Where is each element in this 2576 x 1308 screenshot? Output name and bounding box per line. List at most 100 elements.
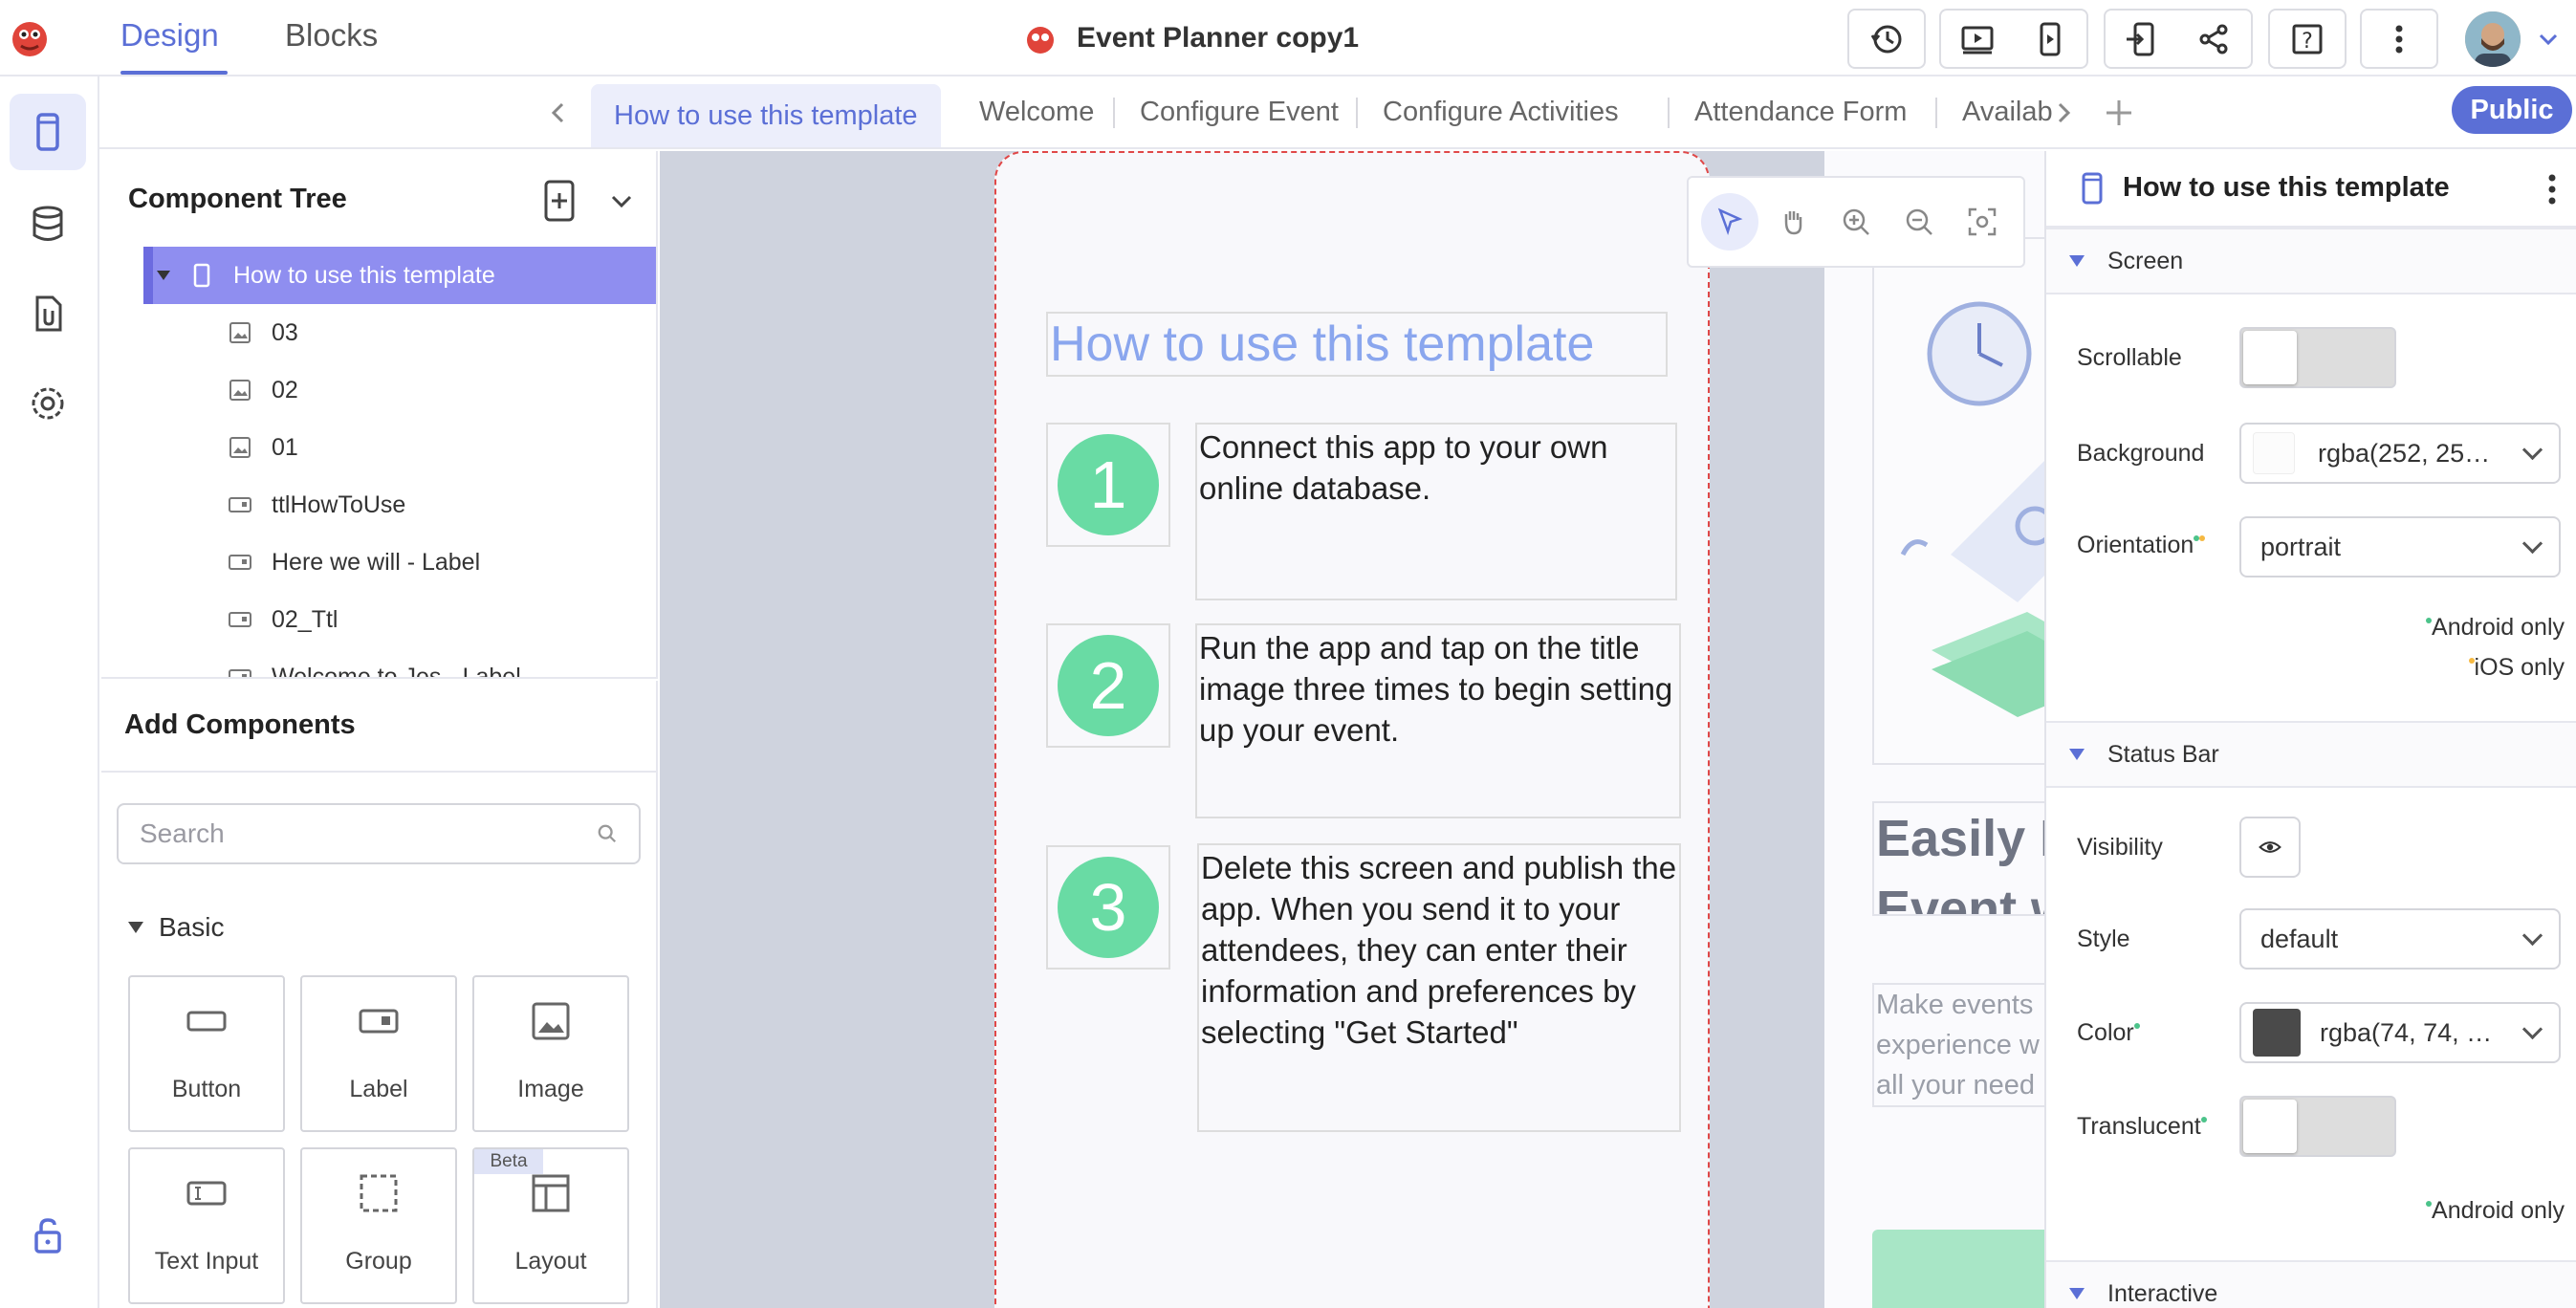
component-button[interactable]: Button: [128, 975, 285, 1132]
history-button[interactable]: [1847, 9, 1926, 69]
status-bar-section-header[interactable]: Status Bar: [2046, 721, 2576, 788]
step-2-image[interactable]: 2: [1046, 623, 1170, 748]
orientation-label: Orientation: [2077, 532, 2206, 559]
tab-divider: [1113, 98, 1115, 128]
tree-item-screen[interactable]: How to use this template: [143, 247, 656, 304]
screen-tab-how-to-use[interactable]: How to use this template: [591, 84, 941, 147]
screen-section-header[interactable]: Screen: [2046, 228, 2576, 294]
lock-icon[interactable]: [10, 1197, 86, 1274]
app-logo-icon[interactable]: [8, 15, 52, 59]
share-icon[interactable]: [2195, 20, 2234, 58]
basic-section-toggle[interactable]: Basic: [128, 912, 224, 943]
design-canvas[interactable]: How to use this template 1 Connect this …: [660, 151, 2044, 1308]
screen-tab-configure-activities[interactable]: Configure Activities: [1360, 76, 1642, 147]
orientation-label-text: Orientation: [2077, 532, 2194, 558]
project-title-group[interactable]: Event Planner copy1: [1021, 19, 1359, 57]
assets-icon[interactable]: [10, 275, 86, 352]
chevron-down-icon[interactable]: [608, 187, 635, 214]
status-color-select[interactable]: rgba(74, 74, …: [2239, 1002, 2561, 1063]
add-screen-icon[interactable]: [543, 180, 576, 222]
tree-item[interactable]: Welcome to Jes - Label: [228, 648, 656, 677]
tab-blocks[interactable]: Blocks: [285, 17, 378, 54]
tab-design[interactable]: Design: [120, 17, 219, 54]
tree-item[interactable]: 01: [228, 419, 656, 476]
import-icon[interactable]: [2123, 20, 2161, 58]
avatar[interactable]: [2465, 11, 2521, 67]
orientation-select[interactable]: portrait: [2239, 516, 2561, 578]
settings-icon[interactable]: [10, 365, 86, 442]
style-select[interactable]: default: [2239, 908, 2561, 970]
component-label[interactable]: Label: [300, 975, 457, 1132]
component-image[interactable]: Image: [472, 975, 629, 1132]
style-value: default: [2260, 924, 2339, 953]
interactive-section-header[interactable]: Interactive: [2046, 1260, 2576, 1308]
component-text-input[interactable]: Text Input: [128, 1147, 285, 1304]
label-icon: [229, 612, 251, 627]
component-tree-panel: Component Tree How to use this template …: [101, 151, 658, 679]
screen-tab-welcome[interactable]: Welcome: [956, 76, 1117, 147]
database-icon[interactable]: [10, 185, 86, 262]
visibility-toggle[interactable]: [2239, 817, 2301, 878]
chevron-left-icon[interactable]: [545, 99, 572, 126]
label-icon: [229, 669, 251, 677]
cursor-icon: [1717, 207, 1743, 235]
phone-preview-icon[interactable]: [2031, 20, 2069, 58]
color-label: Color: [2077, 1019, 2140, 1047]
toggle-knob: [2243, 1100, 2297, 1153]
search-input[interactable]: Search: [117, 803, 641, 864]
help-button[interactable]: ?: [2268, 9, 2347, 69]
welcome-screen-preview[interactable]: Easily P Event w Make events experience …: [1824, 151, 2044, 1308]
translucent-label-text: Translucent: [2077, 1113, 2201, 1140]
ios-only-note: iOS only: [2468, 654, 2565, 682]
tree-item[interactable]: 03: [228, 304, 656, 361]
zoom-in-tool[interactable]: [1827, 193, 1885, 251]
step-3-image[interactable]: 3: [1046, 845, 1170, 970]
tree-item[interactable]: 02: [228, 361, 656, 419]
translucent-toggle[interactable]: [2239, 1096, 2396, 1157]
hand-icon: [1784, 211, 1802, 235]
layout-icon: [532, 1174, 570, 1212]
left-rail: [0, 76, 99, 1308]
scrollable-toggle[interactable]: [2239, 327, 2396, 388]
more-icon[interactable]: [2547, 170, 2557, 208]
hero-body-text: Make events experience w all your need: [1872, 983, 2044, 1107]
illustration-image: [1872, 237, 2044, 765]
beta-badge: Beta: [474, 1149, 543, 1174]
background-color-select[interactable]: rgba(252, 25…: [2239, 423, 2561, 484]
public-button[interactable]: Public: [2452, 86, 2572, 134]
more-button[interactable]: [2360, 9, 2438, 69]
step-2-text[interactable]: Run the app and tap on the title image t…: [1195, 623, 1681, 818]
tree-item-label: 01: [272, 433, 298, 461]
component-layout[interactable]: Beta Layout: [472, 1147, 629, 1304]
screens-icon[interactable]: [10, 94, 86, 170]
chevron-down-icon: [2521, 439, 2543, 460]
fit-screen-tool[interactable]: [1954, 193, 2011, 251]
add-screen-icon[interactable]: [2102, 96, 2136, 130]
pan-tool[interactable]: [1764, 193, 1822, 251]
component-label: Button: [171, 1076, 242, 1102]
select-tool[interactable]: [1701, 193, 1758, 251]
tree-item[interactable]: Here we will - Label: [228, 534, 656, 591]
component-group[interactable]: Group: [300, 1147, 457, 1304]
chevron-down-icon[interactable]: [2536, 27, 2561, 52]
tree-item[interactable]: ttlHowToUse: [228, 476, 656, 534]
chevron-down-icon: [2521, 1018, 2543, 1039]
translucent-label: Translucent: [2077, 1113, 2207, 1141]
preview-icon[interactable]: [1958, 20, 1997, 58]
visibility-label: Visibility: [2077, 834, 2163, 861]
step-1-image[interactable]: 1: [1046, 423, 1170, 547]
screen-tab-attendance-form[interactable]: Attendance Form: [1671, 76, 1930, 147]
screen-tab-configure-event[interactable]: Configure Event: [1117, 76, 1362, 147]
step-3-text[interactable]: Delete this screen and publish the app. …: [1197, 843, 1681, 1132]
image-icon: [229, 380, 251, 401]
tree-item[interactable]: 02_Ttl: [228, 591, 656, 648]
fit-screen-icon: [1968, 207, 1997, 236]
image-icon: [229, 437, 251, 458]
caret-down-icon[interactable]: [157, 271, 170, 280]
screen-title-label[interactable]: How to use this template: [1046, 312, 1668, 377]
zoom-out-tool[interactable]: [1890, 193, 1948, 251]
component-label-text: Layout: [514, 1248, 587, 1275]
chevron-right-icon[interactable]: [2050, 99, 2077, 126]
phone-screen-preview[interactable]: How to use this template 1 Connect this …: [994, 151, 1710, 1308]
step-1-text[interactable]: Connect this app to your own online data…: [1195, 423, 1677, 600]
